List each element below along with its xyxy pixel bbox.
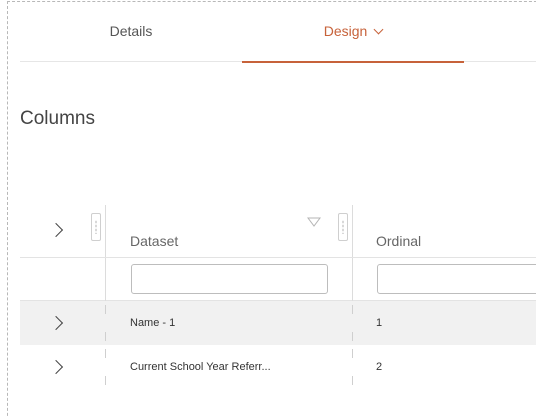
column-header-ordinal[interactable]: Ordinal (376, 233, 421, 249)
tab-details-label: Details (109, 23, 153, 39)
column-divider (352, 258, 353, 301)
tab-bar: Details Design (20, 0, 536, 63)
dataset-filter-input[interactable] (131, 264, 328, 294)
row-expand-chevron-icon[interactable] (48, 315, 64, 331)
grid-filter-row (20, 257, 536, 301)
filter-icon[interactable] (307, 217, 321, 227)
column-divider (352, 205, 353, 257)
row-expand-chevron-icon[interactable] (48, 359, 64, 375)
cell-separator (105, 349, 106, 358)
column-resize-handle[interactable] (91, 213, 101, 241)
cell-separator (352, 332, 353, 341)
column-resize-handle[interactable] (338, 213, 348, 241)
column-header-dataset[interactable]: Dataset (130, 233, 178, 249)
table-row[interactable]: Current School Year Referr... 2 (20, 345, 536, 389)
cell-ordinal: 1 (376, 317, 383, 329)
chevron-down-icon (373, 24, 384, 34)
column-divider (105, 258, 106, 301)
tab-design-label: Design (323, 23, 368, 39)
cell-separator (352, 376, 353, 385)
ordinal-filter-input[interactable] (377, 264, 536, 294)
cell-separator (352, 305, 353, 314)
cell-dataset: Current School Year Referr... (130, 361, 271, 373)
columns-grid: Dataset Ordinal Name - 1 1 Current Schoo… (20, 205, 536, 389)
grid-header-row: Dataset Ordinal (20, 205, 536, 257)
expand-all-chevron-icon[interactable] (48, 222, 64, 238)
cell-separator (105, 332, 106, 341)
cell-dataset: Name - 1 (130, 317, 176, 329)
cell-separator (105, 376, 106, 385)
tab-details[interactable]: Details (20, 0, 242, 62)
cell-separator (105, 305, 106, 314)
table-row[interactable]: Name - 1 1 (20, 301, 536, 345)
cell-separator (352, 349, 353, 358)
cell-ordinal: 2 (376, 361, 383, 373)
section-title: Columns (20, 108, 95, 129)
column-divider (105, 205, 106, 257)
tab-design[interactable]: Design (242, 0, 464, 63)
